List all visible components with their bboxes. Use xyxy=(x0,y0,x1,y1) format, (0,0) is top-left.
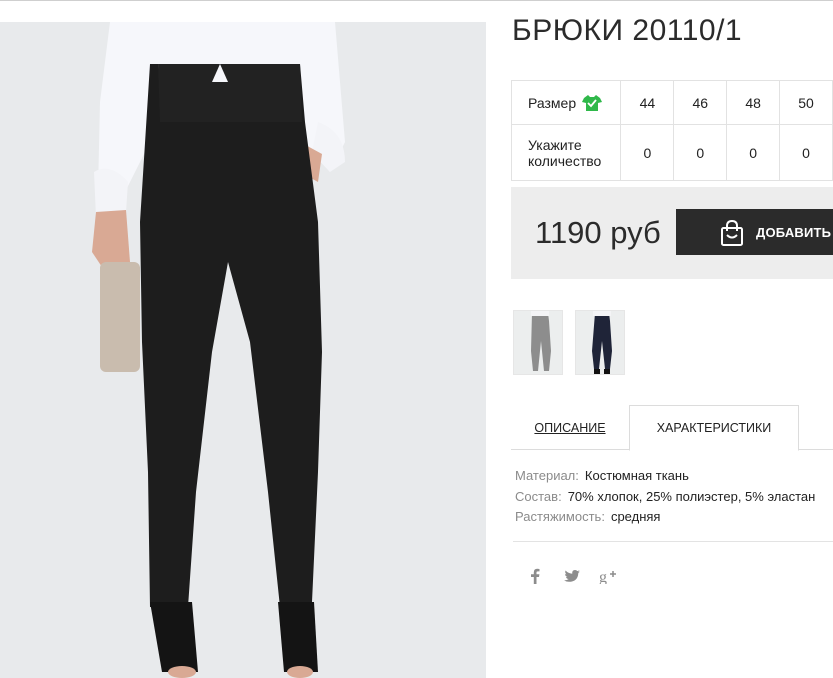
size-option[interactable]: 50 xyxy=(779,80,833,125)
product-title: БРЮКИ 20110/1 xyxy=(512,14,743,47)
twitter-icon[interactable] xyxy=(561,565,583,587)
thumbnail-image xyxy=(576,311,624,374)
tab-characteristics[interactable]: ХАРАКТЕРИСТИКИ xyxy=(629,405,799,451)
spec-key: Материал: xyxy=(515,468,579,483)
spec-value: Костюмная ткань xyxy=(584,468,689,483)
size-option[interactable]: 44 xyxy=(620,80,675,125)
quantity-label: Укажите количество xyxy=(528,136,602,169)
svg-text:g: g xyxy=(599,569,607,584)
size-option[interactable]: 48 xyxy=(726,80,781,125)
google-plus-icon[interactable]: g xyxy=(598,565,620,587)
quantity-label-cell: Укажите количество xyxy=(510,124,622,181)
spec-key: Состав: xyxy=(515,488,562,504)
shopping-bag-icon xyxy=(721,219,743,246)
quantity-row: Укажите количество 0 0 0 0 xyxy=(510,124,833,181)
buy-box: 1190 руб ДОБАВИТЬ В xyxy=(511,187,833,279)
top-rule xyxy=(0,0,833,1)
spec-row: Материал: Костюмная ткань xyxy=(515,466,815,487)
product-price: 1190 руб xyxy=(535,215,661,250)
spec-row: Состав: 70% хлопок, 25% полиэстер, 5% эла… xyxy=(515,487,815,508)
tab-description[interactable]: ОПИСАНИЕ xyxy=(511,405,629,450)
spec-row: Растяжимость: средняя xyxy=(515,507,815,528)
size-option[interactable]: 46 xyxy=(673,80,728,125)
facebook-icon[interactable] xyxy=(524,565,546,587)
spec-value: средняя xyxy=(610,509,661,524)
divider xyxy=(513,541,833,542)
quantity-input[interactable]: 0 xyxy=(779,124,833,181)
product-thumbnail-navy[interactable] xyxy=(575,310,625,375)
size-table: Размер 44 46 48 50 Укажите количество 0 … xyxy=(510,80,833,181)
size-row: Размер 44 46 48 50 xyxy=(510,80,833,125)
add-to-cart-button[interactable]: ДОБАВИТЬ В xyxy=(676,209,833,255)
quantity-input[interactable]: 0 xyxy=(620,124,675,181)
add-to-cart-label: ДОБАВИТЬ В xyxy=(756,224,833,240)
thumbnail-image xyxy=(514,311,562,374)
product-tabs: ОПИСАНИЕ ХАРАКТЕРИСТИКИ xyxy=(511,405,833,451)
main-photo-illustration xyxy=(0,22,486,678)
size-chart-shirt-icon[interactable] xyxy=(582,94,603,112)
size-label-cell: Размер xyxy=(510,80,622,125)
product-thumbnail-gray[interactable] xyxy=(513,310,563,375)
quantity-input[interactable]: 0 xyxy=(726,124,781,181)
main-product-photo[interactable] xyxy=(0,22,486,678)
spec-value: 70% хлопок, 25% полиэстер, 5% эластан xyxy=(567,488,816,504)
size-label: Размер xyxy=(528,94,577,111)
specs-list: Материал: Костюмная ткань Состав: 70% хлоп… xyxy=(515,466,815,528)
quantity-input[interactable]: 0 xyxy=(673,124,728,181)
spec-key: Растяжимость: xyxy=(515,509,605,524)
